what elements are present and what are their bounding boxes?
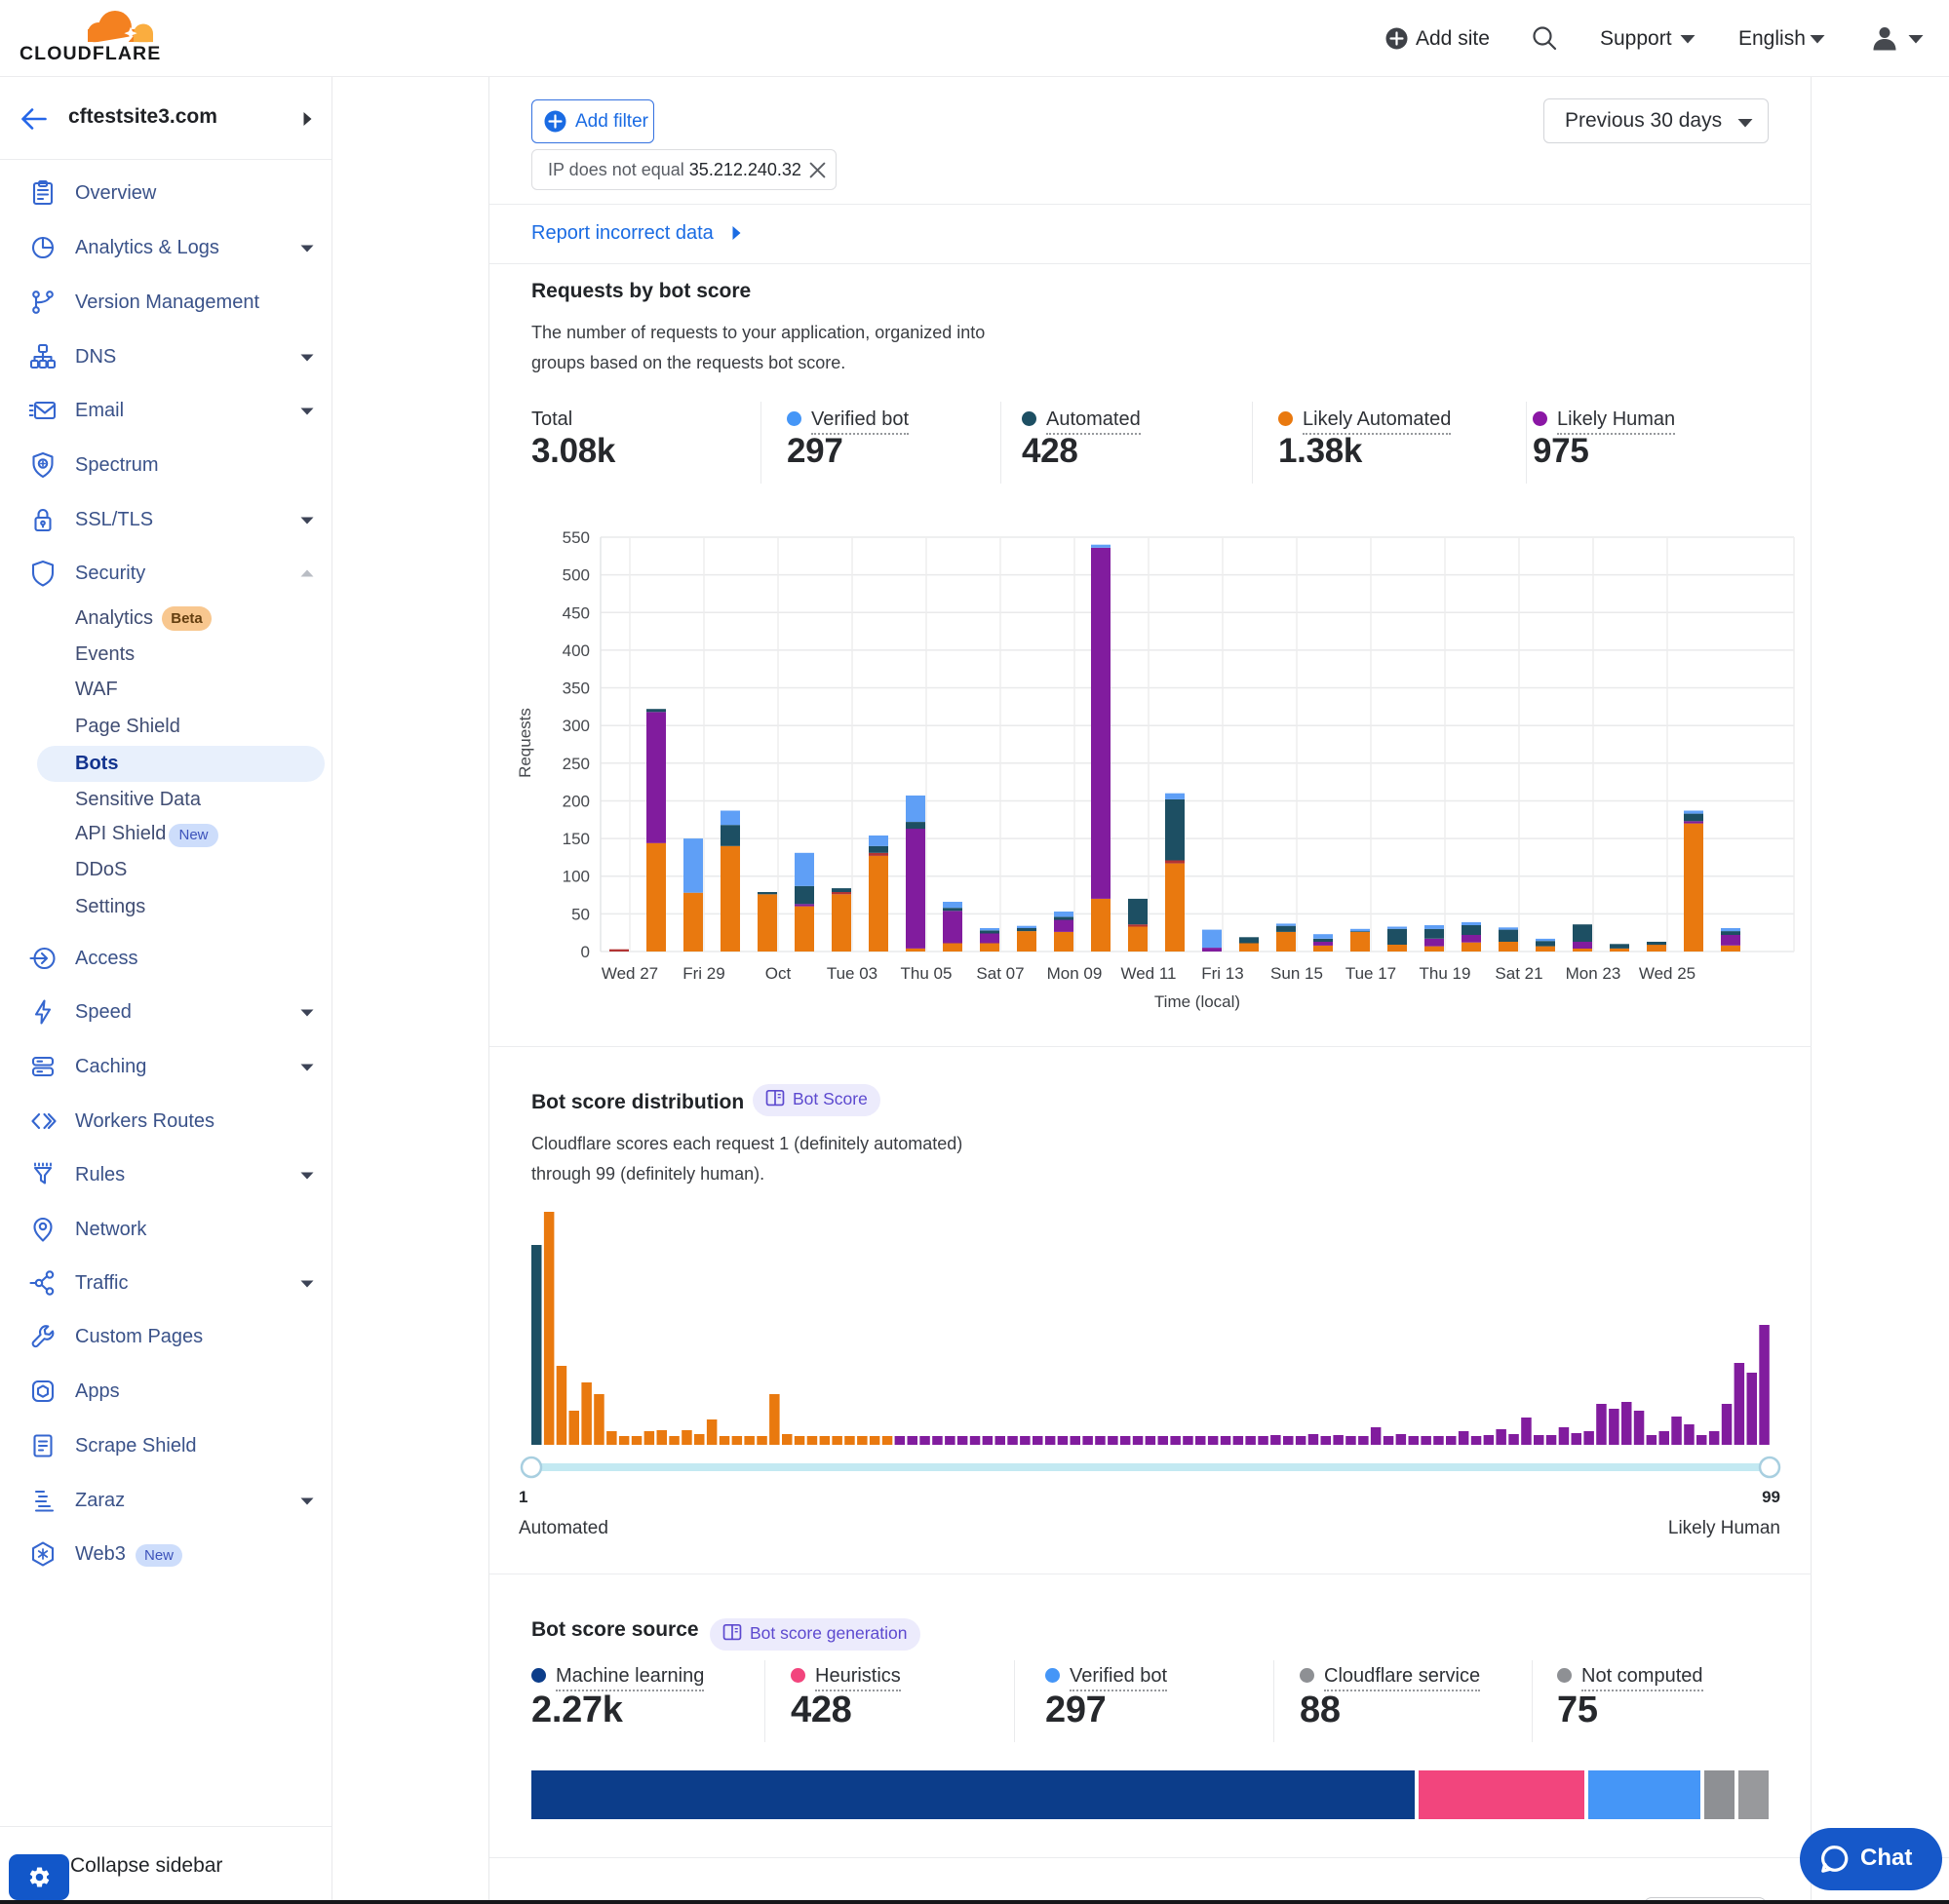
svg-text:Tue 17: Tue 17	[1345, 964, 1396, 983]
svg-text:100: 100	[563, 868, 590, 886]
svg-text:0: 0	[581, 943, 590, 961]
svg-text:400: 400	[563, 641, 590, 660]
svg-text:Thu 19: Thu 19	[1420, 964, 1471, 983]
svg-text:Requests: Requests	[516, 708, 534, 778]
svg-text:Mon 23: Mon 23	[1566, 964, 1621, 983]
svg-text:350: 350	[563, 680, 590, 698]
svg-text:1: 1	[519, 1488, 527, 1506]
svg-text:Mon 09: Mon 09	[1047, 964, 1103, 983]
svg-text:99: 99	[1762, 1488, 1780, 1506]
svg-text:250: 250	[563, 755, 590, 773]
svg-text:Time (local): Time (local)	[1154, 992, 1240, 1011]
svg-text:Likely Human: Likely Human	[1668, 1518, 1780, 1538]
svg-text:Tue 03: Tue 03	[827, 964, 877, 983]
svg-text:200: 200	[563, 793, 590, 811]
svg-text:500: 500	[563, 566, 590, 585]
svg-text:Fri 29: Fri 29	[682, 964, 724, 983]
svg-text:300: 300	[563, 717, 590, 735]
svg-text:Wed 27: Wed 27	[602, 964, 658, 983]
svg-text:Wed 25: Wed 25	[1639, 964, 1696, 983]
svg-text:50: 50	[571, 905, 590, 923]
svg-text:150: 150	[563, 830, 590, 848]
svg-text:Fri 13: Fri 13	[1201, 964, 1243, 983]
svg-text:Sat 21: Sat 21	[1495, 964, 1542, 983]
svg-text:Oct: Oct	[765, 964, 792, 983]
svg-text:450: 450	[563, 603, 590, 622]
svg-text:Thu 05: Thu 05	[901, 964, 953, 983]
svg-text:Sat 07: Sat 07	[976, 964, 1024, 983]
svg-text:Automated: Automated	[519, 1518, 608, 1538]
svg-text:Sun 15: Sun 15	[1270, 964, 1323, 983]
svg-text:Wed 11: Wed 11	[1120, 964, 1176, 983]
svg-text:550: 550	[563, 528, 590, 547]
